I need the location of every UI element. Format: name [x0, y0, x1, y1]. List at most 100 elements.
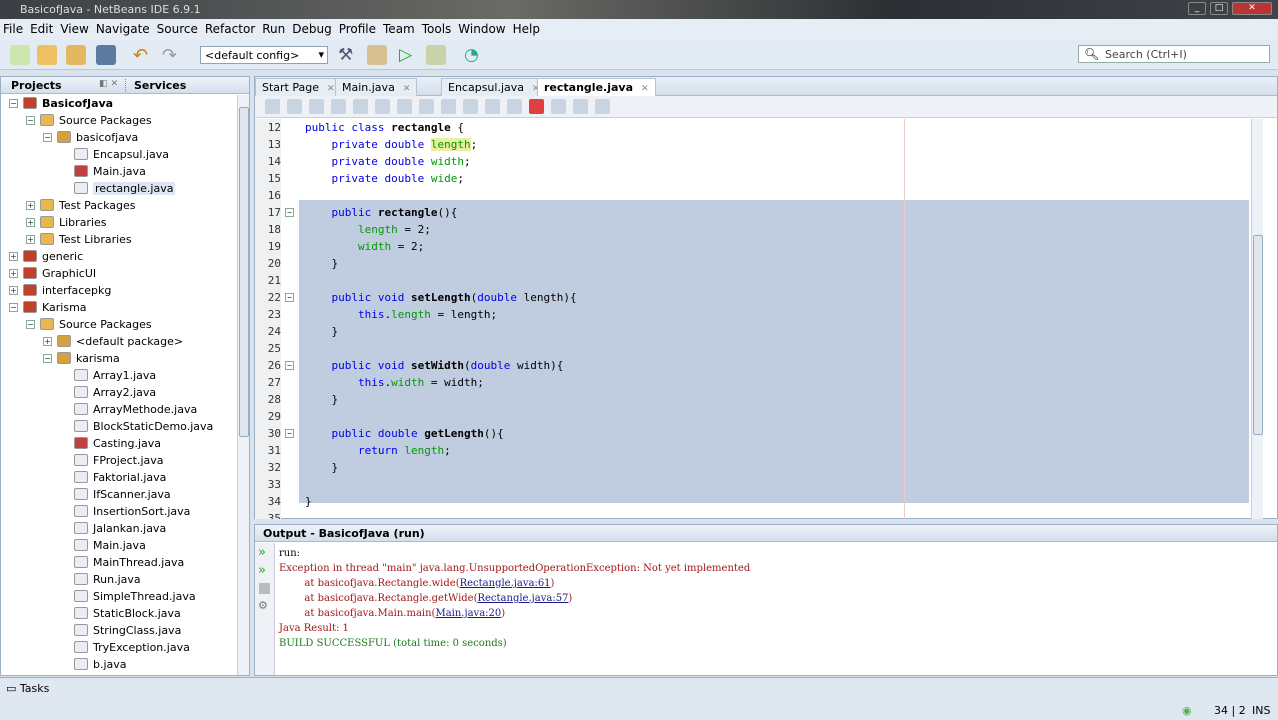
tree-item[interactable]: Encapsul.java — [74, 146, 169, 163]
next-occurrence-icon[interactable] — [375, 99, 390, 114]
tree-item[interactable]: FProject.java — [74, 452, 164, 469]
tree-item[interactable]: Array2.java — [74, 384, 156, 401]
uncomment-icon[interactable] — [595, 99, 610, 114]
tab-start-page[interactable]: Start Page ✕ — [255, 78, 342, 96]
tree-item[interactable]: Source Packages — [40, 112, 152, 129]
expand-toggle[interactable]: − — [9, 303, 18, 312]
tree-item[interactable]: Karisma — [23, 299, 87, 316]
settings-icon[interactable]: ⚙ — [258, 599, 274, 612]
tree-item[interactable]: Array1.java — [74, 367, 156, 384]
build-icon[interactable]: ⚒ — [338, 45, 358, 65]
expand-toggle[interactable]: + — [9, 269, 18, 278]
rerun-with-params-icon[interactable]: » — [258, 563, 274, 578]
clean-build-icon[interactable] — [367, 45, 387, 65]
expand-toggle[interactable]: − — [26, 116, 35, 125]
open-project-icon[interactable] — [66, 45, 86, 65]
history-icon[interactable] — [287, 99, 302, 114]
shift-right-icon[interactable] — [507, 99, 522, 114]
editor-scrollbar[interactable] — [1251, 119, 1263, 519]
tree-item[interactable]: BlockStaticDemo.java — [74, 418, 213, 435]
next-bookmark-icon[interactable] — [441, 99, 456, 114]
redo-icon[interactable]: ↷ — [162, 45, 182, 66]
stacktrace-link[interactable]: Rectangle.java:61 — [460, 578, 551, 589]
tab-encapsul-java[interactable]: Encapsul.java ✕ — [441, 78, 547, 96]
expand-toggle[interactable]: + — [26, 235, 35, 244]
expand-toggle[interactable]: + — [9, 286, 18, 295]
menu-help[interactable]: Help — [513, 22, 540, 40]
comment-icon[interactable] — [573, 99, 588, 114]
forward-icon[interactable] — [309, 99, 324, 114]
search-input[interactable]: Search (Ctrl+I) — [1078, 45, 1270, 63]
tree-item[interactable]: InsertionSort.java — [74, 503, 190, 520]
menu-navigate[interactable]: Navigate — [96, 22, 150, 40]
menu-team[interactable]: Team — [383, 22, 415, 40]
menu-run[interactable]: Run — [262, 22, 285, 40]
menu-profile[interactable]: Profile — [339, 22, 376, 40]
close-tab-icon[interactable]: ✕ — [403, 84, 411, 94]
undo-icon[interactable]: ↶ — [133, 45, 153, 66]
tree-item[interactable]: rectangle.java — [74, 180, 176, 197]
tree-item[interactable]: basicofjava — [57, 129, 138, 146]
tree-item[interactable]: karisma — [57, 350, 120, 367]
tree-item[interactable]: Jalankan.java — [74, 520, 166, 537]
tree-item[interactable]: <default package> — [57, 333, 183, 350]
tree-item[interactable]: Main.java — [74, 163, 146, 180]
tree-scrollbar[interactable] — [237, 95, 249, 675]
tree-item[interactable]: MainThread.java — [74, 554, 184, 571]
tab-projects[interactable]: Projects — [11, 79, 62, 92]
tree-item[interactable]: Libraries — [40, 214, 107, 231]
menu-debug[interactable]: Debug — [292, 22, 331, 40]
rerun-icon[interactable]: » — [258, 545, 274, 560]
close-button[interactable]: ✕ — [1232, 2, 1272, 15]
tree-item[interactable]: Faktorial.java — [74, 469, 166, 486]
tree-item[interactable]: GraphicUI — [23, 265, 96, 282]
stop-macro-icon[interactable] — [551, 99, 566, 114]
stacktrace-link[interactable]: Rectangle.java:57 — [477, 593, 568, 604]
menu-source[interactable]: Source — [157, 22, 198, 40]
tree-item[interactable]: Source Packages — [40, 316, 152, 333]
debug-icon[interactable] — [426, 45, 446, 65]
close-tab-icon[interactable]: ✕ — [327, 84, 335, 94]
tree-item[interactable]: Test Libraries — [40, 231, 132, 248]
toggle-bookmark-icon[interactable] — [463, 99, 478, 114]
new-file-icon[interactable] — [10, 45, 30, 65]
menu-view[interactable]: View — [60, 22, 88, 40]
minimize-button[interactable]: _ — [1188, 2, 1206, 15]
find-icon[interactable] — [331, 99, 346, 114]
update-icon[interactable]: ◉ — [1182, 704, 1192, 717]
tree-item[interactable]: Main.java — [74, 537, 146, 554]
code-area[interactable]: 12 public class rectangle {13 private dou… — [255, 119, 1263, 519]
tree-item[interactable]: StringClass.java — [74, 622, 181, 639]
profile-icon[interactable]: ◔ — [464, 45, 484, 65]
tree-item[interactable]: Run.java — [74, 571, 141, 588]
tab-services[interactable]: Services — [125, 79, 186, 92]
back-icon[interactable] — [265, 99, 280, 114]
stacktrace-link[interactable]: Main.java:20 — [435, 608, 501, 619]
tree-item[interactable]: interfacepkg — [23, 282, 111, 299]
record-macro-icon[interactable] — [529, 99, 544, 114]
tasks-button[interactable]: ▭ Tasks — [6, 682, 49, 695]
stop-icon[interactable] — [259, 583, 270, 594]
tree-item[interactable]: SimpleThread.java — [74, 588, 196, 605]
menu-file[interactable]: File — [3, 22, 23, 40]
menu-tools[interactable]: Tools — [422, 22, 452, 40]
fold-toggle[interactable]: − — [285, 208, 294, 217]
tab-main-java[interactable]: Main.java ✕ — [335, 78, 418, 96]
expand-toggle[interactable]: + — [43, 337, 52, 346]
close-tab-icon[interactable]: ✕ — [641, 84, 649, 94]
prev-occurrence-icon[interactable] — [353, 99, 368, 114]
prev-bookmark-icon[interactable] — [419, 99, 434, 114]
config-select[interactable]: <default config> — [200, 46, 328, 64]
save-all-icon[interactable] — [96, 45, 116, 65]
tree-item[interactable]: b.java — [74, 656, 127, 673]
tree-item[interactable]: TryException.java — [74, 639, 190, 656]
fold-toggle[interactable]: − — [285, 361, 294, 370]
tree-item[interactable]: generic — [23, 248, 83, 265]
menu-refactor[interactable]: Refactor — [205, 22, 255, 40]
expand-toggle[interactable]: − — [9, 99, 18, 108]
expand-toggle[interactable]: + — [26, 201, 35, 210]
menu-edit[interactable]: Edit — [30, 22, 53, 40]
toggle-highlight-icon[interactable] — [397, 99, 412, 114]
expand-toggle[interactable]: + — [9, 252, 18, 261]
tree-item[interactable]: Casting.java — [74, 435, 161, 452]
